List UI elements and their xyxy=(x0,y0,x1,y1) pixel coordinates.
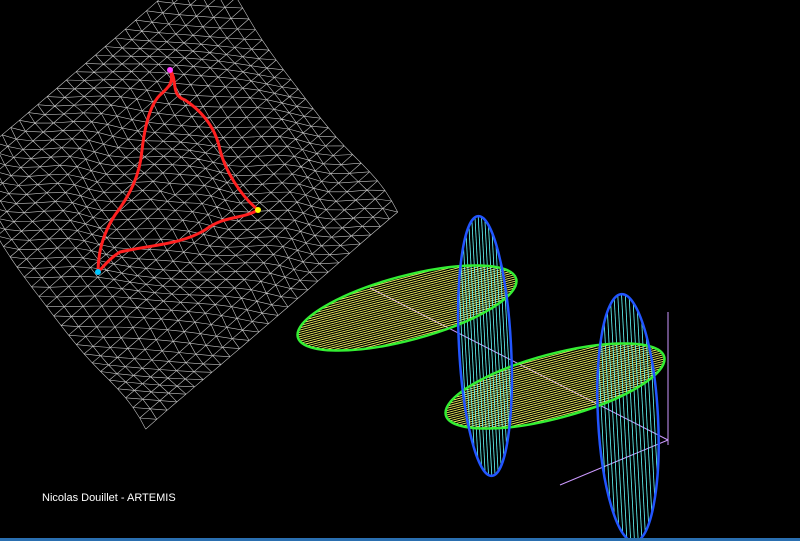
vertex-marker-left xyxy=(95,269,101,275)
geodesic-path xyxy=(96,69,261,276)
wave-surface-mesh xyxy=(0,0,398,430)
vertex-marker-top xyxy=(167,67,173,73)
vertex-marker-right xyxy=(255,207,261,213)
visualization-canvas xyxy=(0,0,669,541)
ellipse-hatching xyxy=(458,216,512,476)
author-credit: Nicolas Douillet - ARTEMIS xyxy=(42,492,176,504)
polarization-waves xyxy=(296,214,669,541)
ellipse-hatching xyxy=(598,294,658,541)
